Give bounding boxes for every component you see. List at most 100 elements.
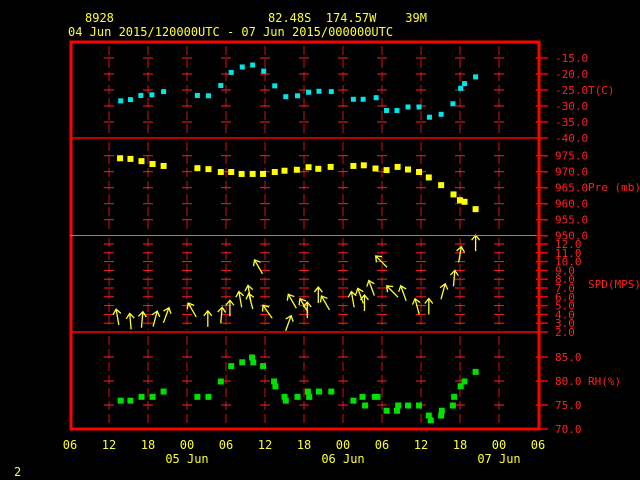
temp-point [161,89,167,95]
temp-point [416,104,422,110]
temp-point [426,114,432,120]
temp-point [205,93,211,99]
pressure-point [281,167,288,174]
humidity-tick-label: 75.0 [555,399,582,412]
wind-arrow [162,306,172,324]
temp-point [295,93,300,99]
x-tick-label: 12 [102,438,116,452]
data-marks [112,62,481,424]
wind-arrow [424,297,434,315]
temp-point [228,69,234,75]
rh-point [427,417,434,424]
rh-point [362,402,369,409]
temp-point [118,98,124,104]
pressure-point [425,174,432,181]
temperature-tick-label: -25.0 [555,84,588,97]
temp-point [194,92,200,98]
rh-point [160,388,167,395]
pressure-tick-label: 970.0 [555,166,588,179]
pressure-tick-label: 965.0 [555,182,588,195]
pressure-point [327,163,334,170]
pressure-point [350,162,357,169]
temperature-tick-label: -35.0 [555,116,588,129]
wind-arrow [217,306,227,324]
temp-point [272,83,278,89]
rh-point [461,378,468,385]
page-number: 2 [14,465,21,479]
rh-point [359,393,366,400]
x-tick-label: 06 [219,438,233,452]
station-location: 82.48S 174.57W 39M [268,11,427,25]
humidity-tick-label: 70.0 [555,423,582,436]
pressure-point [293,166,300,173]
pressure-point [438,182,445,189]
pressure-point [194,165,201,172]
temp-point [328,89,334,95]
wind-arrow [374,255,388,268]
rh-point [272,383,279,390]
temp-point [450,101,456,107]
temp-point [138,92,144,98]
pressure-point [461,198,468,205]
wind-arrow [286,293,297,309]
rh-point [449,402,456,409]
wind-arrow [319,295,331,311]
pressure-point [238,170,245,177]
wind-arrow [151,310,161,327]
wind-arrow [245,292,255,310]
rh-point [194,393,201,400]
wind-arrow-shaft [386,285,399,298]
temp-point [394,107,400,113]
wind-arrow [203,309,213,327]
pressure-point [360,162,367,169]
rh-point [294,393,301,400]
rh-point [350,397,357,404]
station-id: 8928 [85,11,114,25]
pressure-point [315,165,322,172]
wind-arrow [456,245,466,263]
temp-point [360,96,366,102]
pressure-point [372,165,379,172]
pressure-point [149,161,156,168]
pressure-point [205,166,212,173]
wind-arrow [137,310,147,328]
wind-arrow [125,312,135,330]
humidity-tick-label: 80.0 [555,375,582,388]
x-tick-label: 00 [492,438,506,452]
temp-point [218,83,224,89]
date-label: 05 Jun [165,452,208,466]
wind-arrow [235,290,245,308]
x-tick-label: 18 [141,438,155,452]
pressure-point [249,170,256,177]
temp-point [316,88,322,94]
rh-point [250,359,257,366]
rh-point [393,407,400,414]
wind-arrow [439,282,449,300]
temperature-tick-label: -15.0 [555,52,588,65]
temp-point [458,85,464,91]
rh-point [405,402,411,409]
temp-point [127,97,133,103]
x-tick-label: 12 [414,438,428,452]
wind-arrow [449,269,459,287]
rh-point [127,397,134,404]
pressure-point [260,170,267,177]
rh-point [451,393,458,400]
temp-point [462,81,468,87]
pressure-point [117,155,124,162]
wind-arrow-shaft [220,307,223,324]
temp-point [350,96,356,102]
rh-point [228,363,235,370]
wind-tick-label: 2.0 [555,326,575,339]
wind-arrow [398,284,407,302]
rh-point [149,393,156,400]
rh-point [383,407,390,414]
pressure-axis-label: Pre (mb) [588,181,640,194]
pressure-point [305,164,312,171]
wind-arrow-shaft [129,313,132,330]
x-tick-label: 06 [531,438,545,452]
pressure-point [472,206,479,213]
rh-point [306,393,313,400]
x-tick-label: 06 [375,438,389,452]
pressure-point [160,162,167,169]
